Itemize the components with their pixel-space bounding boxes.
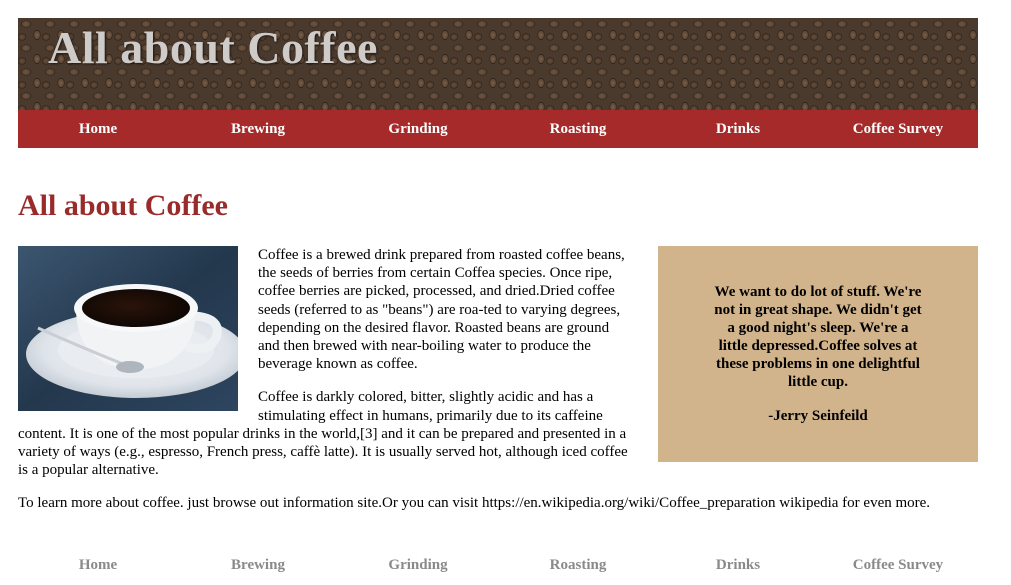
page: All about Coffee Home Brewing Grinding R… — [0, 0, 1011, 585]
footer-brewing-link[interactable]: Brewing — [178, 546, 338, 584]
coffee-cup-image — [18, 246, 238, 411]
banner-title: All about Coffee — [48, 22, 378, 73]
nav-grinding-link[interactable]: Grinding — [338, 110, 498, 148]
nav-coffee-survey-link[interactable]: Coffee Survey — [818, 110, 978, 148]
page-title: All about Coffee — [18, 189, 228, 222]
footer-coffee-survey-link[interactable]: Coffee Survey — [818, 546, 978, 584]
footer-grinding-link[interactable]: Grinding — [338, 546, 498, 584]
nav-home-link[interactable]: Home — [18, 110, 178, 148]
quote-author: -Jerry Seinfeild — [768, 408, 868, 424]
nav-drinks-link[interactable]: Drinks — [658, 110, 818, 148]
learn-more-paragraph: To learn more about coffee. just browse … — [18, 495, 931, 511]
footer-nav: Home Brewing Grinding Roasting Drinks Co… — [18, 546, 978, 584]
footer-home-link[interactable]: Home — [18, 546, 178, 584]
quote-box: We want to do lot of stuff. We're not in… — [658, 246, 978, 462]
nav-roasting-link[interactable]: Roasting — [498, 110, 658, 148]
top-nav: Home Brewing Grinding Roasting Drinks Co… — [18, 110, 978, 148]
quote-text: We want to do lot of stuff. We're not in… — [714, 284, 922, 390]
footer-drinks-link[interactable]: Drinks — [658, 546, 818, 584]
header-banner: All about Coffee — [18, 18, 978, 110]
nav-brewing-link[interactable]: Brewing — [178, 110, 338, 148]
main-content: Coffee is a brewed drink prepared from r… — [18, 246, 630, 494]
footer-roasting-link[interactable]: Roasting — [498, 546, 658, 584]
